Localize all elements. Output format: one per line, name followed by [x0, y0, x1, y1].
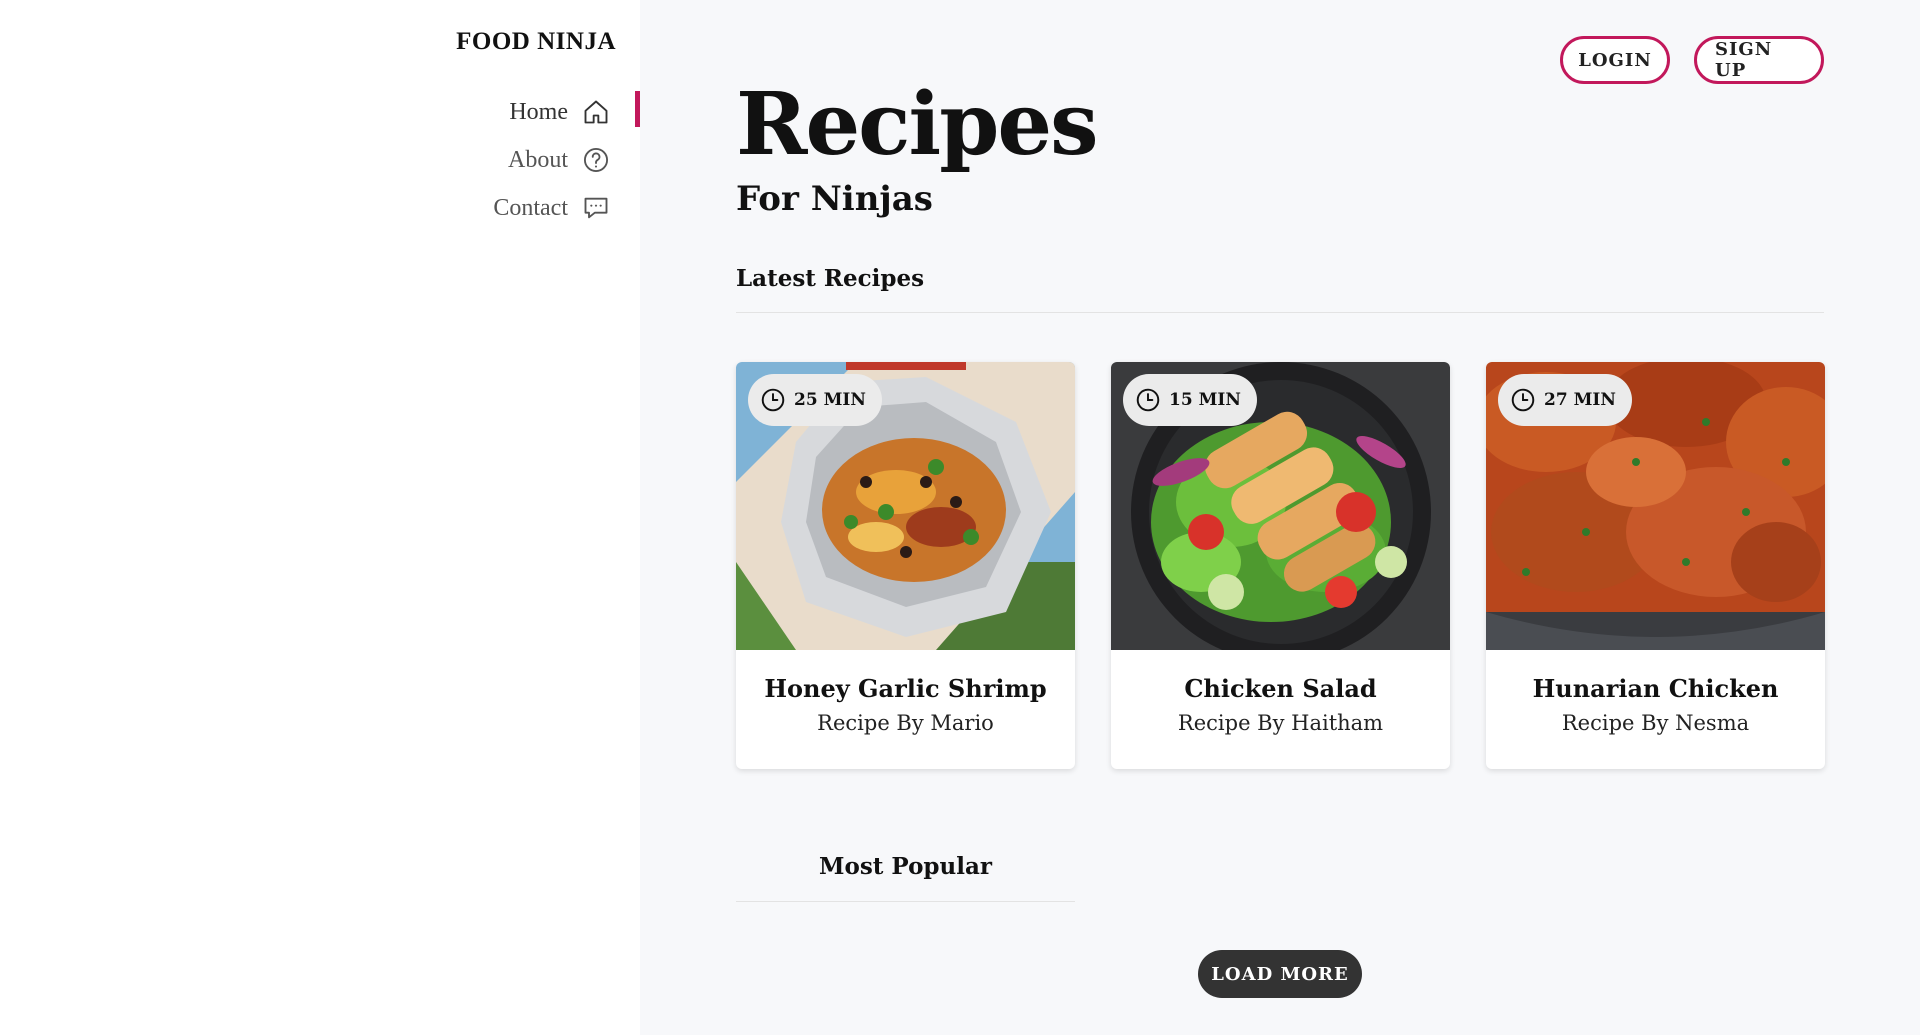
help-circle-icon	[582, 146, 610, 174]
divider	[736, 901, 1075, 902]
recipe-author: Recipe By Mario	[817, 711, 994, 735]
load-more-button[interactable]: LOAD MORE	[1198, 950, 1362, 998]
sidebar-item-contact[interactable]: Contact	[0, 184, 640, 232]
time-badge: 25 MIN	[748, 374, 882, 426]
clock-icon	[1136, 388, 1160, 412]
recipe-card[interactable]: 15 MIN Chicken Salad Recipe By Haitham	[1111, 362, 1450, 769]
sidebar-item-label: About	[508, 146, 568, 173]
sidebar-item-label: Contact	[493, 194, 568, 221]
recipe-image: 27 MIN	[1486, 362, 1825, 650]
most-popular-heading: Most Popular	[819, 853, 992, 880]
recipe-image: 25 MIN	[736, 362, 1075, 650]
chat-icon	[582, 194, 610, 222]
recipe-title: Hunarian Chicken	[1532, 674, 1779, 703]
clock-icon	[1511, 388, 1535, 412]
time-badge: 15 MIN	[1123, 374, 1257, 426]
clock-icon	[761, 388, 785, 412]
time-label: 25 MIN	[794, 390, 866, 410]
divider	[736, 312, 1824, 313]
recipe-title: Honey Garlic Shrimp	[764, 674, 1047, 703]
signup-button[interactable]: SIGN UP	[1694, 36, 1824, 84]
brand-logo[interactable]: FOOD NINJA	[456, 28, 616, 56]
recipe-cards: 25 MIN Honey Garlic Shrimp Recipe By Mar…	[736, 362, 1825, 769]
time-label: 27 MIN	[1544, 390, 1616, 410]
page-subtitle: For Ninjas	[736, 179, 933, 219]
sidebar-item-home[interactable]: Home	[0, 88, 640, 136]
auth-buttons: LOGIN SIGN UP	[1560, 36, 1824, 84]
recipe-card[interactable]: 25 MIN Honey Garlic Shrimp Recipe By Mar…	[736, 362, 1075, 769]
recipe-card[interactable]: 27 MIN Hunarian Chicken Recipe By Nesma	[1486, 362, 1825, 769]
home-icon	[582, 98, 610, 126]
recipe-title: Chicken Salad	[1184, 674, 1377, 703]
sidebar-item-about[interactable]: About	[0, 136, 640, 184]
time-badge: 27 MIN	[1498, 374, 1632, 426]
recipe-image: 15 MIN	[1111, 362, 1450, 650]
sidebar-nav: Home About Contact	[0, 88, 640, 232]
main-content: LOGIN SIGN UP Recipes For Ninjas Latest …	[640, 0, 1920, 1035]
sidebar: FOOD NINJA Home About Contact	[0, 0, 640, 1035]
login-button[interactable]: LOGIN	[1560, 36, 1670, 84]
latest-recipes-heading: Latest Recipes	[736, 265, 925, 292]
sidebar-item-label: Home	[509, 98, 568, 125]
page-title: Recipes	[736, 74, 1098, 175]
time-label: 15 MIN	[1169, 390, 1241, 410]
recipe-author: Recipe By Haitham	[1177, 711, 1384, 735]
recipe-author: Recipe By Nesma	[1561, 711, 1750, 735]
